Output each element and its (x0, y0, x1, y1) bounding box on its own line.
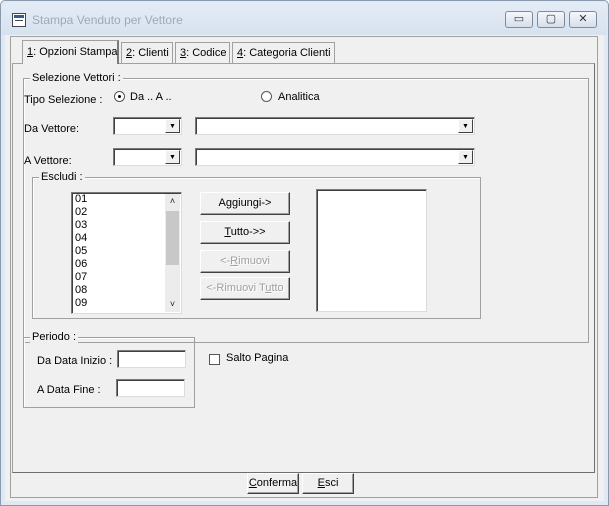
periodo-group: Periodo : (23, 331, 195, 408)
data-fine-label: A Data Fine : (37, 384, 101, 396)
chevron-down-icon[interactable]: ˅ (165, 297, 180, 312)
periodo-label: Periodo : (30, 331, 79, 343)
main-window: Stampa Venduto per Vettore ▭ ▢ ✕ 1: Opzi… (0, 0, 609, 506)
da-vettore-label: Da Vettore: (24, 123, 80, 135)
data-inizio-label: Da Data Inizio : (37, 355, 113, 367)
tab-panel-opzioni-stampa: Selezione Vettori : Tipo Selezione : Da … (12, 63, 595, 473)
button-hotkey: R (230, 255, 239, 267)
available-list[interactable]: 01 02 03 04 05 06 07 08 09 ˄ ˅ (71, 192, 182, 314)
radio-analitica[interactable] (261, 91, 272, 102)
chevron-up-icon[interactable]: ˄ (165, 194, 180, 209)
maximize-button[interactable]: ▢ (537, 11, 565, 28)
tab-clienti[interactable]: 2: Clienti (121, 42, 173, 63)
radio-da-a[interactable] (114, 91, 125, 102)
minimize-icon: ▭ (513, 13, 525, 25)
rimuovi-button[interactable]: <-Rimuovi (200, 250, 290, 273)
button-hotkey: C (248, 477, 257, 489)
button-label: <-Rimuovi T (206, 282, 266, 294)
tab-categoria-clienti[interactable]: 4: Categoria Clienti (232, 42, 335, 63)
close-button[interactable]: ✕ (569, 11, 597, 28)
scrollbar[interactable]: ˄ ˅ (165, 194, 180, 312)
button-hotkey: E (317, 477, 325, 489)
a-vettore-desc-combo[interactable]: ▼ (195, 148, 475, 166)
maximize-icon: ▢ (545, 13, 557, 25)
button-label: imuovi (238, 255, 270, 267)
tab-label: : Opzioni Stampa (33, 46, 118, 58)
tab-codice[interactable]: 3: Codice (175, 42, 230, 63)
button-label: utto->> (230, 226, 266, 238)
window-client-area: 1: Opzioni Stampa 2: Clienti 3: Codice 4… (10, 36, 598, 498)
title-bar: Stampa Venduto per Vettore ▭ ▢ ✕ (2, 2, 607, 35)
app-icon (12, 13, 26, 27)
button-label: tto (271, 282, 284, 294)
button-label: sci (324, 477, 339, 489)
salto-pagina-checkbox[interactable] (209, 354, 220, 365)
scrollbar-thumb[interactable] (166, 211, 179, 265)
data-inizio-input[interactable] (117, 350, 186, 368)
conferma-button[interactable]: Conferma (247, 473, 299, 494)
excluded-list[interactable] (316, 189, 427, 312)
da-vettore-code-combo[interactable]: ▼ (113, 117, 182, 135)
radio-da-a-label: Da .. A .. (130, 91, 172, 103)
salto-pagina-label: Salto Pagina (226, 352, 289, 364)
chevron-down-icon[interactable]: ▼ (458, 150, 473, 164)
tab-label: : Categoria Clienti (243, 47, 331, 59)
tab-label: : Codice (186, 47, 227, 59)
button-label: onferma (256, 477, 298, 489)
close-icon: ✕ (578, 13, 588, 25)
da-vettore-desc-combo[interactable]: ▼ (195, 117, 475, 135)
escludi-label: Escludi : (39, 171, 85, 183)
minimize-button[interactable]: ▭ (505, 11, 533, 28)
window-title: Stampa Venduto per Vettore (32, 13, 183, 27)
chevron-down-icon[interactable]: ▼ (165, 150, 180, 164)
chevron-down-icon[interactable]: ▼ (458, 119, 473, 133)
tutto-button[interactable]: Tutto->> (200, 221, 290, 244)
tipo-selezione-label: Tipo Selezione : (24, 94, 103, 106)
data-fine-input[interactable] (116, 379, 185, 397)
tab-opzioni-stampa[interactable]: 1: Opzioni Stampa (22, 40, 119, 64)
a-vettore-label: A Vettore: (24, 155, 72, 167)
button-label: <- (220, 255, 231, 267)
radio-analitica-label: Analitica (278, 91, 320, 103)
selezione-vettori-label: Selezione Vettori : (30, 72, 123, 84)
chevron-down-icon[interactable]: ▼ (165, 119, 180, 133)
button-label: Aggiungi-> (218, 197, 272, 209)
a-vettore-code-combo[interactable]: ▼ (113, 148, 182, 166)
aggiungi-button[interactable]: Aggiungi-> (200, 192, 290, 215)
rimuovi-tutto-button[interactable]: <-Rimuovi Tutto (200, 277, 290, 300)
esci-button[interactable]: Esci (302, 473, 354, 494)
tab-label: : Clienti (132, 47, 169, 59)
